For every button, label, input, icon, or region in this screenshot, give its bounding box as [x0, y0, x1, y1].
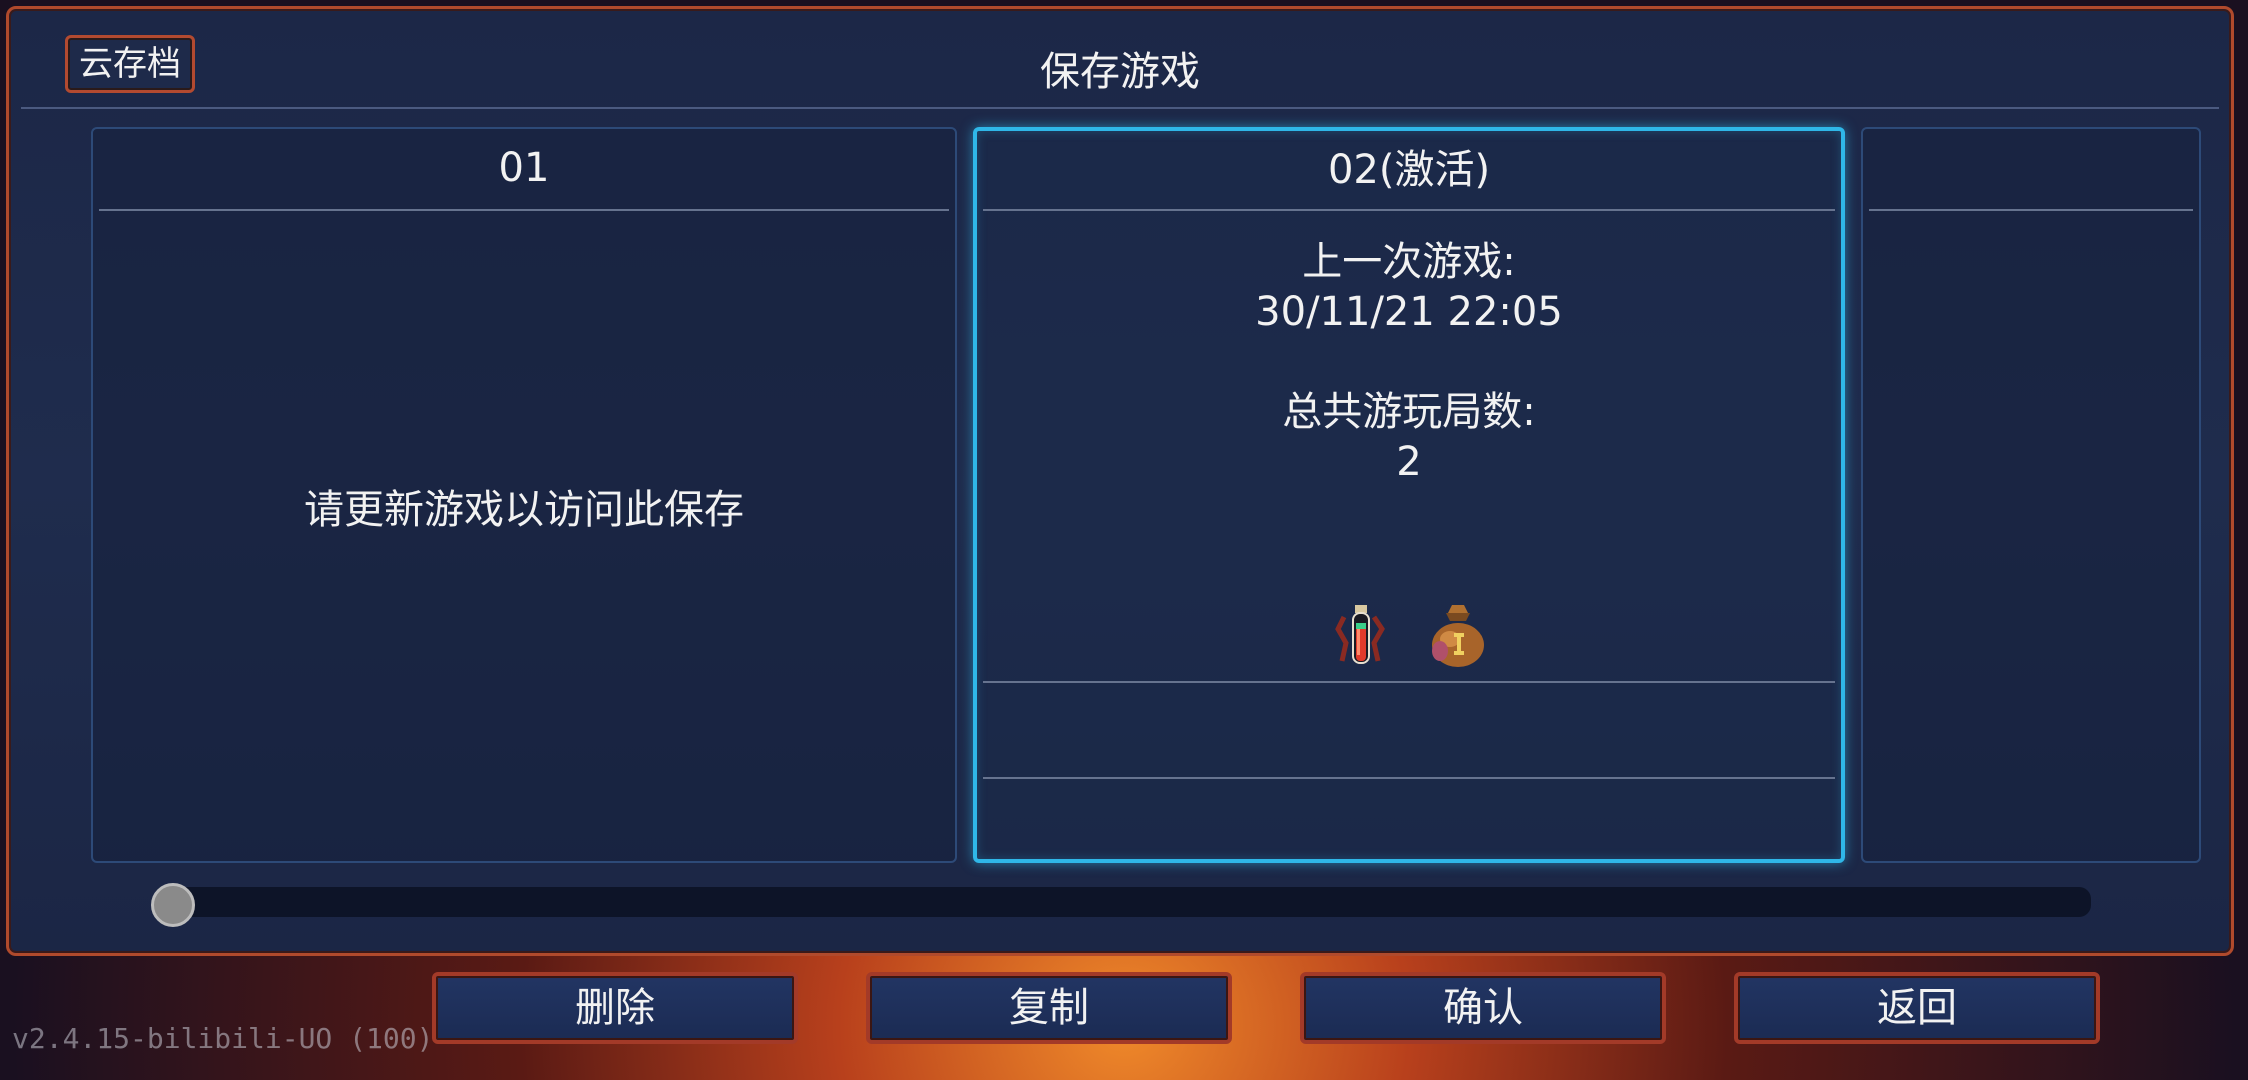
- page-title: 保存游戏: [1040, 49, 1200, 95]
- last-played-value: 30/11/21 22:05: [1255, 289, 1563, 335]
- slot-label: [1863, 129, 2199, 207]
- save-slot-02[interactable]: 02(激活) 上一次游戏: 30/11/21 22:05 总共游玩局数: 2: [973, 127, 1845, 863]
- update-required-message: 请更新游戏以访问此保存: [304, 487, 744, 533]
- save-dialog: 云存档 保存游戏 01 请更新游戏以访问此保存 02(激活) 上一次游戏: 30…: [6, 6, 2234, 956]
- money-bag-icon: [1426, 599, 1490, 669]
- slot-scrollbar[interactable]: [159, 887, 2091, 917]
- last-played-label: 上一次游戏:: [1302, 239, 1516, 285]
- title-divider: [21, 107, 2219, 109]
- scrollbar-thumb[interactable]: [151, 883, 195, 927]
- version-label: v2.4.15-bilibili-UO (100): [12, 1022, 434, 1055]
- save-slot-01[interactable]: 01 请更新游戏以访问此保存: [91, 127, 957, 863]
- copy-button[interactable]: 复制: [866, 972, 1232, 1044]
- confirm-button[interactable]: 确认: [1300, 972, 1666, 1044]
- slot-divider: [983, 681, 1835, 683]
- slot-label: 01: [498, 145, 550, 191]
- delete-button[interactable]: 删除: [432, 972, 798, 1044]
- back-button[interactable]: 返回: [1734, 972, 2100, 1044]
- slot-label: 02(激活): [1327, 147, 1491, 193]
- slot-divider: [1869, 209, 2193, 211]
- save-slot-03[interactable]: [1861, 127, 2201, 863]
- slot-divider: [99, 209, 949, 211]
- slot-divider: [983, 777, 1835, 779]
- slot-divider: [983, 209, 1835, 211]
- total-runs-value: 2: [1396, 439, 1422, 485]
- total-runs-label: 总共游玩局数:: [1282, 389, 1536, 435]
- equipped-items: [977, 599, 1841, 669]
- potion-icon: [1328, 599, 1392, 669]
